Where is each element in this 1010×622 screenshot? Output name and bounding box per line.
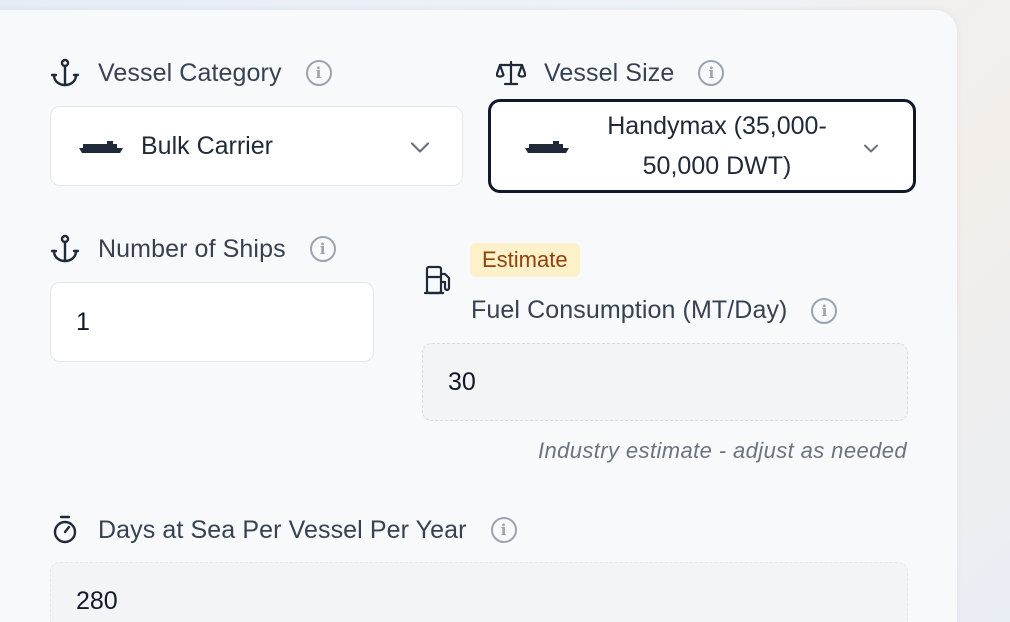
vessel-size-value: Handymax (35,000- 50,000 DWT) xyxy=(607,112,827,180)
number-of-ships-input[interactable]: 1 xyxy=(50,282,374,362)
days-at-sea-label-row: Days at Sea Per Vessel Per Year i xyxy=(50,515,517,545)
fuel-consumption-label-row: Fuel Consumption (MT/Day) i xyxy=(471,296,838,325)
days-at-sea-info-icon[interactable]: i xyxy=(490,517,517,543)
fuel-consumption-info-icon[interactable]: i xyxy=(811,297,838,324)
fuel-pump-icon xyxy=(423,264,454,301)
number-of-ships-label: Number of Ships xyxy=(98,234,286,263)
vessel-category-value: Bulk Carrier xyxy=(141,131,273,160)
vessel-size-select[interactable]: Handymax (35,000- 50,000 DWT) xyxy=(488,99,916,193)
chevron-down-icon xyxy=(863,132,879,161)
vessel-category-info-icon[interactable]: i xyxy=(305,60,332,86)
number-of-ships-label-row: Number of Ships i xyxy=(50,234,336,264)
estimate-badge: Estimate xyxy=(470,243,580,277)
fuel-consumption-hint: Industry estimate - adjust as needed xyxy=(537,438,907,463)
scale-icon xyxy=(496,58,526,88)
fuel-consumption-input[interactable]: 30 xyxy=(422,343,908,421)
ship-icon xyxy=(523,132,571,161)
vessel-size-info-icon[interactable]: i xyxy=(698,60,725,86)
anchor-icon xyxy=(50,234,80,264)
chevron-down-icon xyxy=(410,132,430,161)
vessel-size-label-row: Vessel Size i xyxy=(496,58,725,88)
days-at-sea-label: Days at Sea Per Vessel Per Year xyxy=(98,515,467,544)
form-card: Vessel Category i Bulk Carrier Vessel Si… xyxy=(0,10,957,622)
vessel-category-label-row: Vessel Category i xyxy=(50,58,332,88)
vessel-category-label: Vessel Category xyxy=(98,58,282,87)
vessel-category-select[interactable]: Bulk Carrier xyxy=(50,106,463,186)
number-of-ships-info-icon[interactable]: i xyxy=(309,236,336,262)
vessel-size-label: Vessel Size xyxy=(544,58,675,87)
ship-icon xyxy=(77,132,125,161)
stopwatch-icon xyxy=(50,515,80,545)
fuel-consumption-label: Fuel Consumption (MT/Day) xyxy=(471,296,788,324)
anchor-icon xyxy=(50,58,80,88)
days-at-sea-input[interactable]: 280 xyxy=(50,562,908,622)
